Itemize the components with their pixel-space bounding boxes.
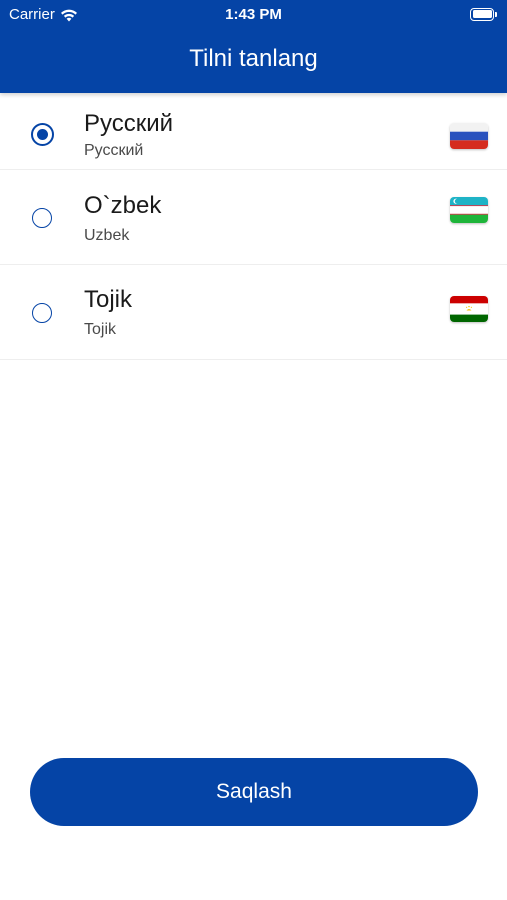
language-name: Русский xyxy=(84,110,174,137)
language-list: Русский Русский O`zbek Uzbek Tojik Tojik xyxy=(0,93,507,360)
radio-dot xyxy=(37,129,48,140)
language-selection-screen: Carrier 1:43 PM Tilni tanlang Русский Ру… xyxy=(0,0,507,900)
language-option-uzbek[interactable]: O`zbek Uzbek xyxy=(0,170,507,265)
radio-selected-icon[interactable] xyxy=(31,123,54,146)
language-subtitle: Uzbek xyxy=(84,227,130,244)
language-subtitle: Русский xyxy=(84,142,144,159)
tajikistan-flag-icon xyxy=(450,296,488,322)
language-subtitle: Tojik xyxy=(84,321,117,338)
language-name: O`zbek xyxy=(84,192,162,219)
page-title: Tilni tanlang xyxy=(189,45,318,72)
russia-flag-icon xyxy=(450,123,488,149)
app-header: Carrier 1:43 PM Tilni tanlang xyxy=(0,0,507,93)
save-button[interactable]: Saqlash xyxy=(30,758,478,826)
status-bar: Carrier 1:43 PM xyxy=(0,0,507,28)
radio-unselected-icon[interactable] xyxy=(32,208,52,228)
battery-icon xyxy=(470,7,498,21)
language-option-russian[interactable]: Русский Русский xyxy=(0,93,507,170)
language-option-tajik[interactable]: Tojik Tojik xyxy=(0,265,507,360)
radio-unselected-icon[interactable] xyxy=(32,303,52,323)
uzbekistan-flag-icon xyxy=(450,197,488,223)
language-name: Tojik xyxy=(84,286,133,313)
status-time: 1:43 PM xyxy=(225,6,282,23)
